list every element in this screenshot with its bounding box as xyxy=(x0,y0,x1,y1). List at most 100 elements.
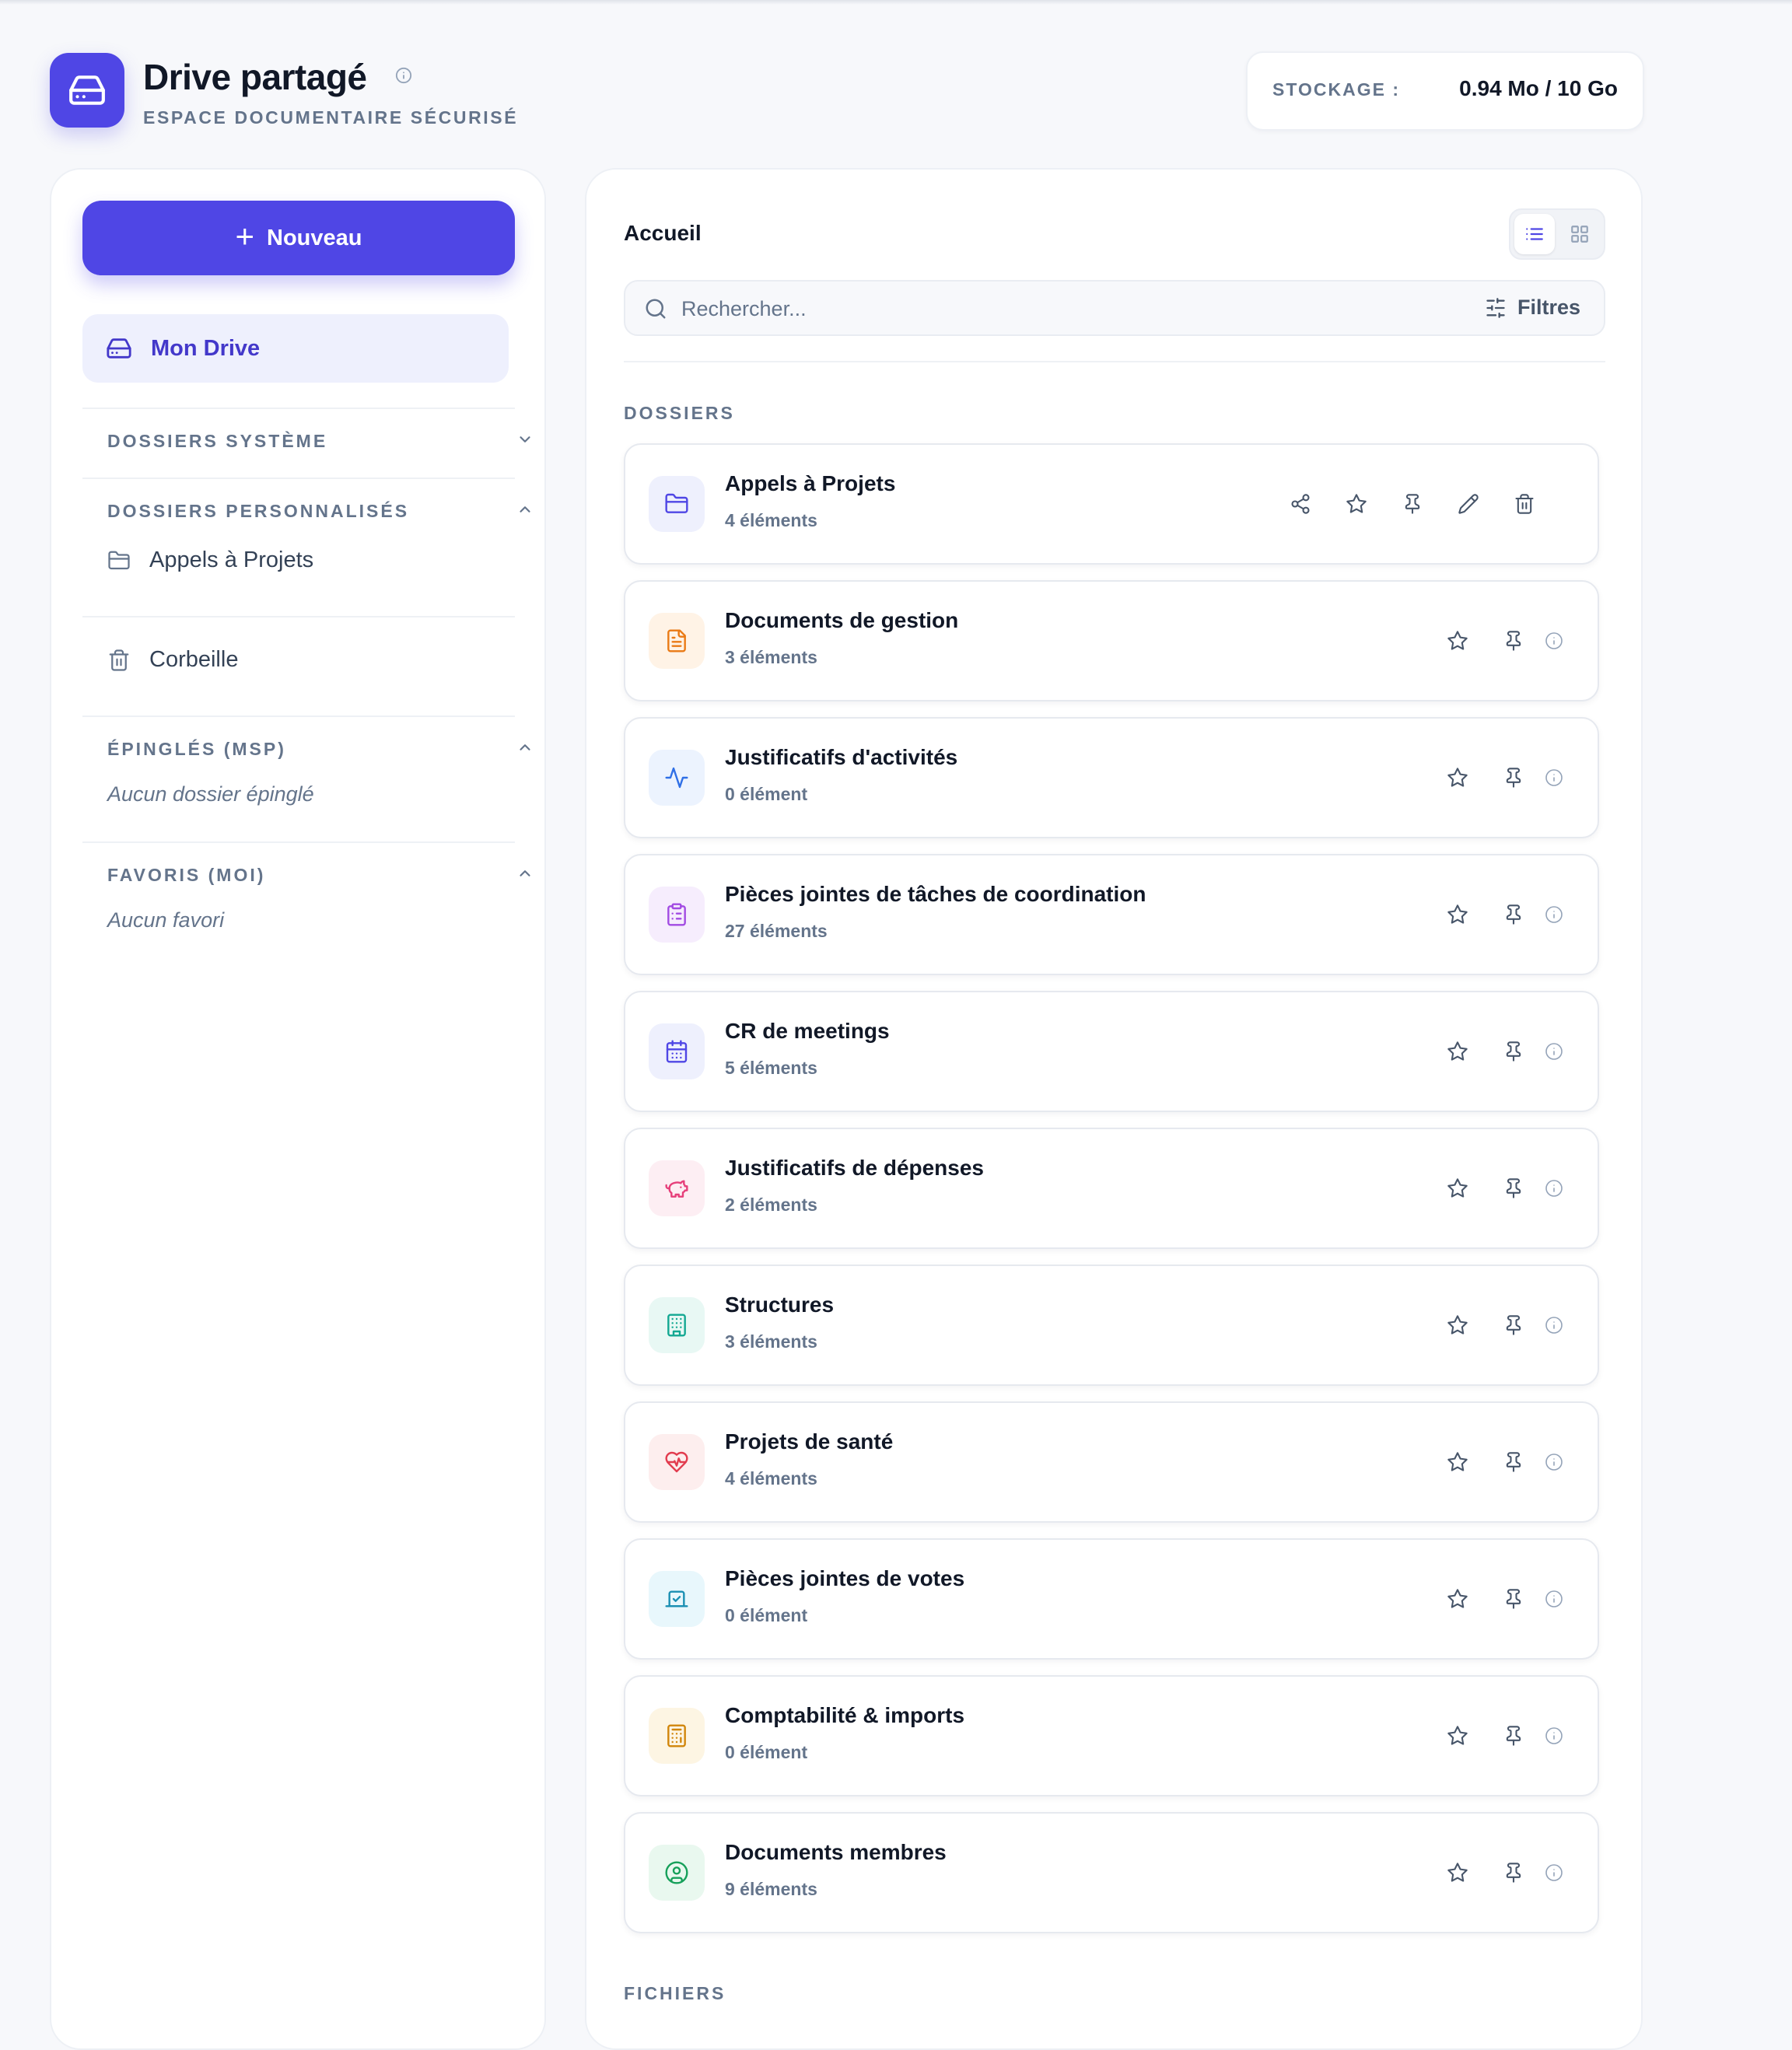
folder-name: Documents de gestion xyxy=(725,608,959,632)
sidebar: + Nouveau Mon Drive DOSSIERS SYSTÈME DOS… xyxy=(50,168,546,2050)
pin-icon[interactable] xyxy=(1500,1037,1528,1065)
pin-icon[interactable] xyxy=(1500,1585,1528,1613)
star-icon[interactable] xyxy=(1444,1174,1472,1202)
sidebar-item-my-drive[interactable]: Mon Drive xyxy=(82,314,509,383)
star-icon[interactable] xyxy=(1444,764,1472,792)
star-icon[interactable] xyxy=(1444,1448,1472,1476)
folder-card-structures[interactable]: Structures 3 éléments xyxy=(624,1265,1599,1386)
edit-icon[interactable] xyxy=(1454,490,1482,518)
clipboard-icon xyxy=(649,887,705,943)
folder-name: Appels à Projets xyxy=(725,471,896,495)
search-input[interactable] xyxy=(680,292,1383,325)
info-icon[interactable] xyxy=(1540,1037,1568,1065)
chevron-down-icon[interactable] xyxy=(516,431,534,452)
star-icon[interactable] xyxy=(1444,627,1472,655)
folder-name: Comptabilité & imports xyxy=(725,1703,965,1727)
info-icon[interactable] xyxy=(395,67,412,88)
main-panel: Accueil Filtres DOSSIERS Appels à Projet… xyxy=(585,168,1643,2050)
trash-icon xyxy=(109,649,129,671)
files-section-title: FICHIERS xyxy=(624,1983,726,2003)
grid-view-button[interactable] xyxy=(1559,214,1600,254)
view-toggle xyxy=(1509,208,1605,260)
info-icon[interactable] xyxy=(1540,1311,1568,1339)
new-button[interactable]: + Nouveau xyxy=(82,201,515,275)
pin-icon[interactable] xyxy=(1500,1722,1528,1750)
sidebar-item-trash[interactable]: Corbeille xyxy=(107,647,238,673)
section-custom-folders[interactable]: DOSSIERS PERSONNALISÉS xyxy=(107,501,409,522)
new-button-label: Nouveau xyxy=(267,225,362,250)
divider xyxy=(82,715,515,717)
folder-card-pieces-jointes-de-votes[interactable]: Pièces jointes de votes 0 élément xyxy=(624,1538,1599,1660)
drive-logo-icon xyxy=(50,53,124,128)
star-icon[interactable] xyxy=(1444,1859,1472,1887)
folder-item-count: 0 élément xyxy=(725,1605,808,1625)
folder-icon xyxy=(649,476,705,532)
info-icon[interactable] xyxy=(1540,1722,1568,1750)
folder-item-count: 0 élément xyxy=(725,1742,808,1762)
folder-item-count: 2 éléments xyxy=(725,1195,817,1215)
pin-icon[interactable] xyxy=(1500,627,1528,655)
info-icon[interactable] xyxy=(1540,1174,1568,1202)
pin-icon[interactable] xyxy=(1500,1448,1528,1476)
star-icon[interactable] xyxy=(1444,1722,1472,1750)
pin-icon[interactable] xyxy=(1500,1311,1528,1339)
info-icon[interactable] xyxy=(1540,764,1568,792)
chevron-up-icon[interactable] xyxy=(516,501,534,522)
star-icon[interactable] xyxy=(1444,1311,1472,1339)
chevron-up-icon[interactable] xyxy=(516,739,534,760)
folder-item-count: 5 éléments xyxy=(725,1058,817,1078)
folder-item-count: 27 éléments xyxy=(725,921,828,941)
folder-card-justificatifs-de-depenses[interactable]: Justificatifs de dépenses 2 éléments xyxy=(624,1128,1599,1249)
breadcrumb[interactable]: Accueil xyxy=(624,221,702,246)
pin-icon[interactable] xyxy=(1500,1174,1528,1202)
filters-button[interactable]: Filtres xyxy=(1485,296,1580,320)
share-icon[interactable] xyxy=(1286,490,1314,518)
chevron-up-icon[interactable] xyxy=(516,865,534,886)
plus-icon: + xyxy=(235,218,255,254)
vote-icon xyxy=(649,1571,705,1627)
sidebar-item-label: Corbeille xyxy=(149,647,239,672)
section-favorites[interactable]: FAVORIS (MOI) xyxy=(107,865,265,886)
star-icon[interactable] xyxy=(1342,490,1370,518)
info-icon[interactable] xyxy=(1540,1585,1568,1613)
info-icon[interactable] xyxy=(1540,627,1568,655)
star-icon[interactable] xyxy=(1444,901,1472,929)
drive-icon xyxy=(107,338,131,359)
section-pinned[interactable]: ÉPINGLÉS (MSP) xyxy=(107,739,286,760)
folder-card-justificatifs-d-activites[interactable]: Justificatifs d'activités 0 élément xyxy=(624,717,1599,838)
divider xyxy=(82,616,515,617)
folder-name: Justificatifs de dépenses xyxy=(725,1156,985,1180)
info-icon[interactable] xyxy=(1540,1859,1568,1887)
folder-card-cr-de-meetings[interactable]: CR de meetings 5 éléments xyxy=(624,991,1599,1112)
list-view-button[interactable] xyxy=(1514,214,1555,254)
heart-pulse-icon xyxy=(649,1434,705,1490)
star-icon[interactable] xyxy=(1444,1037,1472,1065)
section-system-folders[interactable]: DOSSIERS SYSTÈME xyxy=(107,431,327,452)
folder-card-comptabilite-imports[interactable]: Comptabilité & imports 0 élément xyxy=(624,1675,1599,1796)
document-icon xyxy=(649,613,705,669)
info-icon[interactable] xyxy=(1540,1448,1568,1476)
top-shadow xyxy=(0,0,1792,5)
info-icon[interactable] xyxy=(1540,901,1568,929)
search-icon xyxy=(644,297,667,324)
sidebar-item-label: Mon Drive xyxy=(151,335,261,361)
favorites-empty-message: Aucun favori xyxy=(107,908,225,932)
folder-card-pieces-jointes-de-taches-de-coordination[interactable]: Pièces jointes de tâches de coordination… xyxy=(624,854,1599,975)
pin-icon[interactable] xyxy=(1398,490,1426,518)
divider xyxy=(82,478,515,479)
folder-card-documents-membres[interactable]: Documents membres 9 éléments xyxy=(624,1812,1599,1933)
sidebar-item-appels-a-projets[interactable]: Appels à Projets xyxy=(107,547,313,573)
pin-icon[interactable] xyxy=(1500,764,1528,792)
calendar-icon xyxy=(649,1023,705,1079)
folder-item-count: 4 éléments xyxy=(725,1468,817,1489)
page-subtitle: ESPACE DOCUMENTAIRE SÉCURISÉ xyxy=(143,107,519,128)
pin-icon[interactable] xyxy=(1500,901,1528,929)
folder-item-count: 4 éléments xyxy=(725,510,817,530)
folder-card-documents-de-gestion[interactable]: Documents de gestion 3 éléments xyxy=(624,580,1599,701)
trash-icon[interactable] xyxy=(1510,490,1538,518)
folder-card-appels-a-projets[interactable]: Appels à Projets 4 éléments xyxy=(624,443,1599,565)
folder-card-projets-de-sante[interactable]: Projets de santé 4 éléments xyxy=(624,1401,1599,1523)
storage-label: STOCKAGE : xyxy=(1272,79,1400,100)
star-icon[interactable] xyxy=(1444,1585,1472,1613)
pin-icon[interactable] xyxy=(1500,1859,1528,1887)
